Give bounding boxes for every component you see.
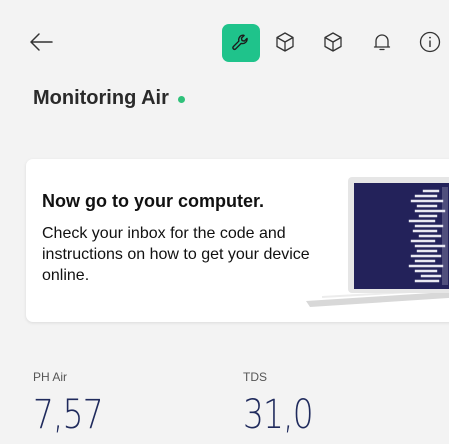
- settings-button[interactable]: [222, 24, 260, 62]
- metric-label: TDS: [243, 370, 267, 384]
- bell-icon[interactable]: [371, 31, 393, 53]
- page-title: Monitoring Air: [33, 87, 169, 109]
- online-status-dot: [177, 96, 185, 103]
- metric-value: 31,0: [243, 392, 314, 438]
- cube-icon[interactable]: [274, 31, 296, 53]
- setup-info-card: Now go to your computer. Check your inbo…: [26, 159, 449, 322]
- info-icon[interactable]: [419, 31, 441, 53]
- metric-tds[interactable]: TDS 31,0: [243, 370, 328, 438]
- metric-label: PH Air: [33, 370, 68, 384]
- cube-icon[interactable]: [322, 31, 344, 53]
- back-arrow-icon[interactable]: [28, 30, 54, 54]
- top-bar: [0, 0, 449, 80]
- card-title: Now go to your computer.: [42, 191, 265, 211]
- metric-ph[interactable]: PH Air 7,57: [33, 370, 118, 438]
- device-header: Monitoring Air: [33, 87, 185, 110]
- wrench-icon: [232, 34, 248, 51]
- laptop-illustration: [306, 177, 449, 307]
- metric-value: 7,57: [33, 392, 104, 438]
